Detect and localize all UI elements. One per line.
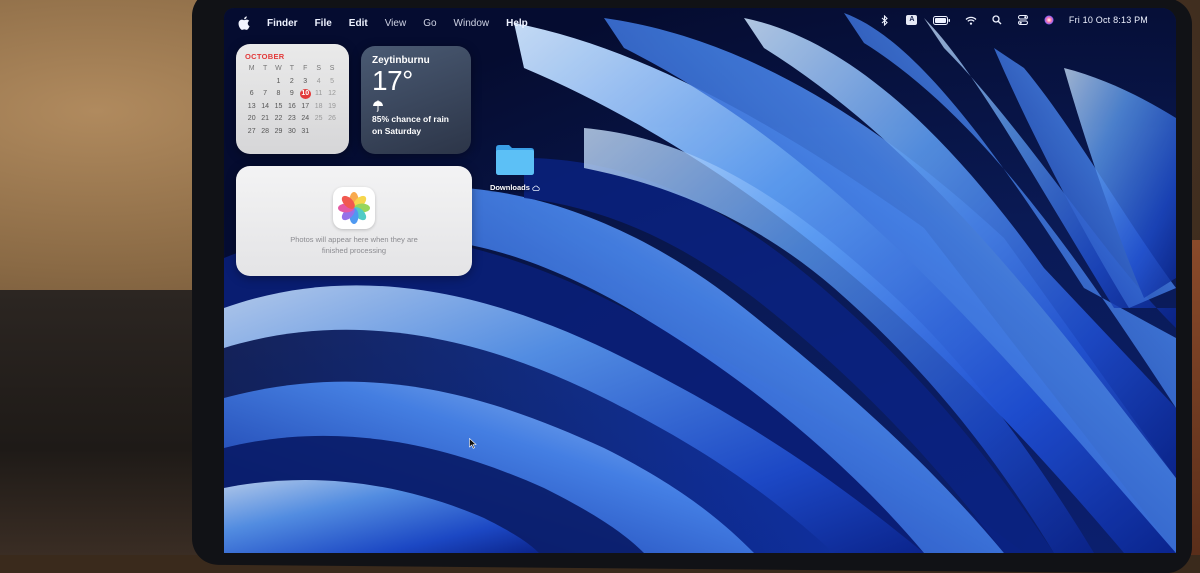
menu-help[interactable]: Help [506,18,528,29]
photos-message-line2: finished processing [321,246,387,255]
menu-edit[interactable]: Edit [349,18,368,29]
calendar-day: 2 [289,77,294,85]
menu-window[interactable]: Window [454,18,490,29]
calendar-weekday: T [289,65,294,72]
calendar-day: 24 [301,115,310,123]
calendar-today: 10 [299,89,311,100]
calendar-day: 13 [247,102,256,110]
weather-condition-line2: on Saturday [372,126,422,136]
battery-icon[interactable] [932,14,951,26]
folder-label-text: Downloads [489,183,530,192]
calendar-day: 3 [303,77,308,85]
calendar-weekday: T [262,65,268,72]
calendar-day: 22 [274,115,283,123]
calendar-weekday: S [316,65,321,72]
calendar-day: 30 [287,127,296,135]
photos-app-icon [333,187,375,229]
menu-go[interactable]: Go [423,18,436,29]
umbrella-icon [372,99,460,112]
calendar-day: 23 [287,115,296,123]
calendar-day: 12 [328,90,336,98]
folder-label: Downloads [486,183,544,193]
photos-message: Photos will appear here when they are fi… [256,234,452,256]
calendar-day: 27 [247,127,256,135]
input-source-icon[interactable]: A [905,14,919,26]
input-source-label: A [906,15,918,25]
wifi-icon[interactable] [965,14,977,26]
calendar-day: 7 [263,90,268,98]
calendar-day [258,77,271,87]
calendar-day: 29 [274,127,283,135]
calendar-weekday: M [248,65,255,72]
mac-desktop-screen: Finder File Edit View Go Window Help A F… [224,8,1176,553]
calendar-weekday: W [275,65,282,72]
icloud-icon [532,184,540,193]
calendar-day: 14 [261,102,269,110]
weather-temperature: 17° [372,65,413,96]
calendar-day: 31 [301,127,310,135]
calendar-day: 4 [316,77,321,85]
menu-view[interactable]: View [385,18,407,29]
photos-message-line1: Photos will appear here when they are [290,235,418,244]
mouse-cursor-icon [469,436,477,454]
control-center-icon[interactable] [1017,14,1029,26]
menu-app-name[interactable]: Finder [267,18,298,29]
menubar-clock[interactable]: Fri 10 Oct 8:13 PM [1069,15,1148,25]
calendar-day: 18 [314,102,323,110]
calendar-day: 19 [328,102,336,110]
calendar-day: 20 [247,115,256,123]
calendar-widget[interactable]: OCTOBER M T W T F S S 1 2 3 4 5 6 7 8 9 10 11 12 13 14 15 16 17… [236,44,349,154]
spotlight-search-icon[interactable] [991,14,1003,26]
photos-widget[interactable]: Photos will appear here when they are fi… [236,166,472,276]
desktop-folder-downloads[interactable]: Downloads [486,142,544,193]
calendar-day: 11 [315,90,323,98]
calendar-day: 28 [261,127,269,135]
weather-widget[interactable]: Zeytinburnu 17° 85% chance of rain on Sa… [361,46,471,154]
weather-condition-line1: 85% chance of rain [372,114,450,124]
calendar-grid: M T W T F S S 1 2 3 4 5 6 7 8 9 10 11 12 13 14 15 16 17 18 19 20 21… [245,64,340,137]
calendar-month: OCTOBER [245,52,285,61]
folder-icon [496,145,534,175]
calendar-weekday: F [303,65,308,72]
calendar-day [245,77,258,87]
bluetooth-icon[interactable] [879,14,891,26]
calendar-weekday: S [329,65,335,72]
calendar-day: 5 [330,77,334,85]
calendar-day: 17 [301,102,310,110]
calendar-day: 16 [287,102,296,110]
calendar-day: 21 [261,115,269,123]
calendar-day: 6 [249,90,254,98]
calendar-day: 8 [276,90,281,98]
calendar-day: 9 [289,90,294,98]
menu-file[interactable]: File [315,18,332,29]
apple-menu-icon[interactable] [238,16,250,30]
siri-icon[interactable] [1043,14,1055,26]
calendar-day: 1 [276,77,281,85]
calendar-day: 26 [328,115,336,123]
calendar-day: 25 [314,115,323,123]
calendar-day [325,127,338,137]
menu-bar: Finder File Edit View Go Window Help A F… [224,8,1176,38]
calendar-day [312,127,325,137]
calendar-day: 15 [274,102,283,110]
